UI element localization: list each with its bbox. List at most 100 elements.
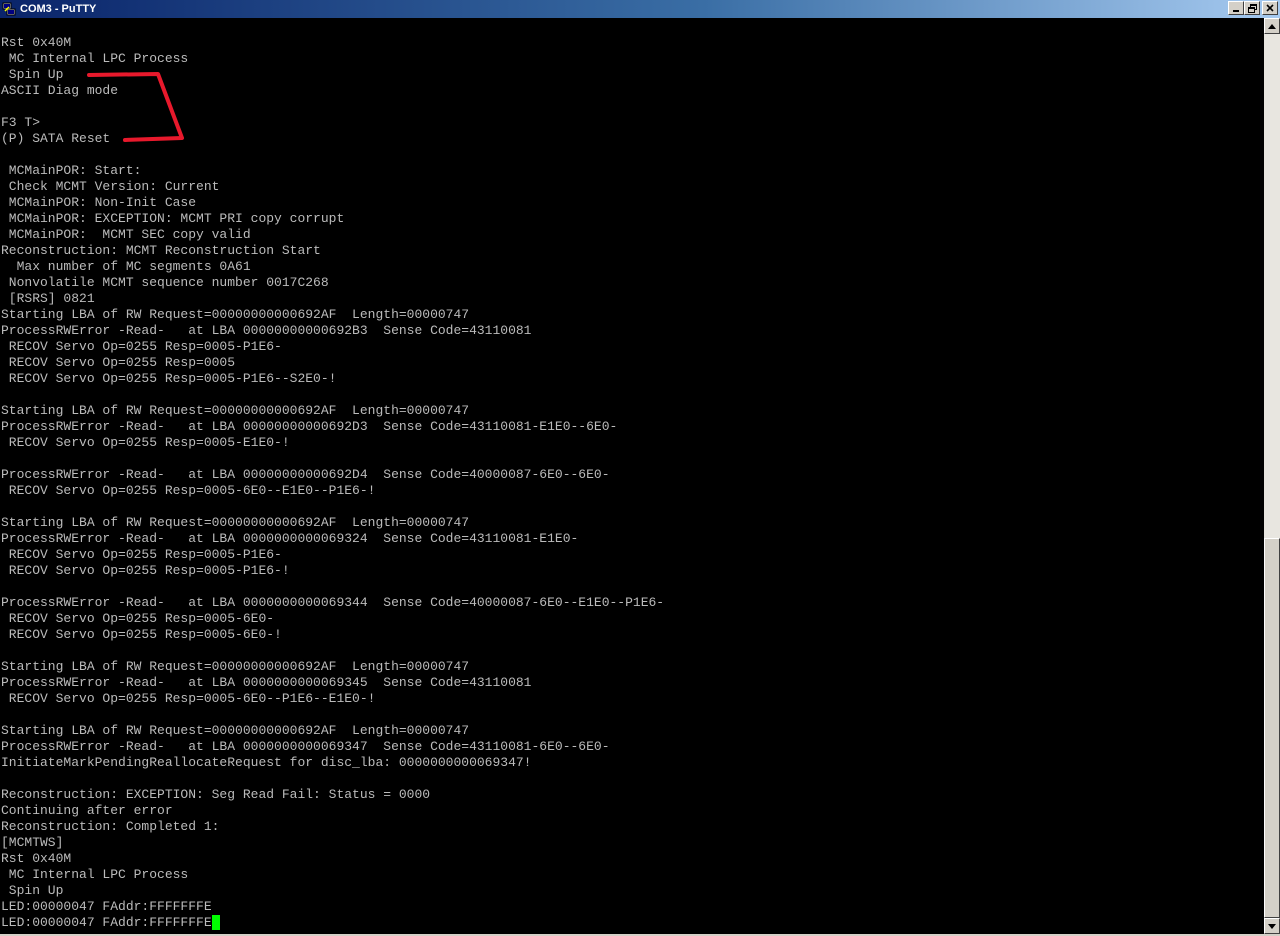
terminal-line-text: [RSRS] 0821 (1, 291, 95, 306)
terminal-line: MCMainPOR: EXCEPTION: MCMT PRI copy corr… (1, 211, 664, 227)
terminal-line-text: ProcessRWError -Read- at LBA 00000000000… (1, 675, 532, 690)
close-button[interactable] (1262, 1, 1278, 15)
terminal-area[interactable]: Rst 0x40M MC Internal LPC Process Spin U… (0, 18, 1264, 934)
terminal-line: [MCMTWS] (1, 835, 664, 851)
text-cursor (211, 915, 220, 930)
terminal-line: LED:00000047 FAddr:FFFFFFFE (1, 915, 664, 931)
terminal-line: Check MCMT Version: Current (1, 179, 664, 195)
terminal-line: ProcessRWError -Read- at LBA 00000000000… (1, 675, 664, 691)
maximize-button[interactable] (1244, 1, 1260, 15)
terminal-line: Reconstruction: MCMT Reconstruction Star… (1, 243, 664, 259)
terminal-line-text: F3 T> (1, 115, 41, 130)
terminal-line-text: InitiateMarkPendingReallocateRequest for… (1, 755, 532, 770)
terminal-line: LED:00000047 FAddr:FFFFFFFE (1, 899, 664, 915)
terminal-line: MCMainPOR: Start: (1, 163, 664, 179)
terminal-line: RECOV Servo Op=0255 Resp=0005-6E0- (1, 611, 664, 627)
terminal-line-text: RECOV Servo Op=0255 Resp=0005-6E0- (1, 611, 275, 626)
scroll-up-button[interactable] (1264, 18, 1280, 34)
terminal-line-text: Starting LBA of RW Request=0000000000069… (1, 723, 470, 738)
terminal-line-text: MCMainPOR: EXCEPTION: MCMT PRI copy corr… (1, 211, 345, 226)
terminal-line: Starting LBA of RW Request=0000000000069… (1, 403, 664, 419)
terminal-line: Starting LBA of RW Request=0000000000069… (1, 515, 664, 531)
terminal-line-text: RECOV Servo Op=0255 Resp=0005-E1E0-! (1, 435, 290, 450)
terminal-line-text: Reconstruction: EXCEPTION: Seg Read Fail… (1, 787, 431, 802)
terminal-line-text: MC Internal LPC Process (1, 867, 189, 882)
terminal-line-text: ProcessRWError -Read- at LBA 00000000000… (1, 323, 532, 338)
terminal-line: MC Internal LPC Process (1, 51, 664, 67)
window-controls (1228, 1, 1278, 15)
terminal-line: Reconstruction: EXCEPTION: Seg Read Fail… (1, 787, 664, 803)
terminal-line-text: ProcessRWError -Read- at LBA 00000000000… (1, 595, 665, 610)
terminal-line: RECOV Servo Op=0255 Resp=0005-6E0--P1E6-… (1, 691, 664, 707)
terminal-line-text: RECOV Servo Op=0255 Resp=0005-P1E6-! (1, 563, 290, 578)
terminal-line: Nonvolatile MCMT sequence number 0017C26… (1, 275, 664, 291)
terminal-line: ProcessRWError -Read- at LBA 00000000000… (1, 323, 664, 339)
terminal-line: InitiateMarkPendingReallocateRequest for… (1, 755, 664, 771)
terminal-line: ProcessRWError -Read- at LBA 00000000000… (1, 467, 664, 483)
terminal-line-text: Rst 0x40M (1, 851, 72, 866)
minimize-button[interactable] (1228, 1, 1244, 15)
terminal-line-text: ProcessRWError -Read- at LBA 00000000000… (1, 531, 579, 546)
terminal-line: ASCII Diag mode (1, 83, 664, 99)
terminal-line: ProcessRWError -Read- at LBA 00000000000… (1, 531, 664, 547)
terminal-line-text: RECOV Servo Op=0255 Resp=0005-6E0--P1E6-… (1, 691, 376, 706)
terminal-line-text: ProcessRWError -Read- at LBA 00000000000… (1, 419, 618, 434)
terminal-line: ProcessRWError -Read- at LBA 00000000000… (1, 595, 664, 611)
terminal-line-text: MC Internal LPC Process (1, 51, 189, 66)
window-title: COM3 - PuTTY (20, 3, 97, 15)
scroll-down-button[interactable] (1264, 918, 1280, 934)
terminal-line: ProcessRWError -Read- at LBA 00000000000… (1, 739, 664, 755)
terminal-line-text: RECOV Servo Op=0255 Resp=0005-6E0-! (1, 627, 282, 642)
terminal-line: RECOV Servo Op=0255 Resp=0005-6E0--E1E0-… (1, 483, 664, 499)
terminal-line: Starting LBA of RW Request=0000000000069… (1, 659, 664, 675)
terminal-line: Max number of MC segments 0A61 (1, 259, 664, 275)
terminal-line-text: Rst 0x40M (1, 35, 72, 50)
terminal-line: Rst 0x40M (1, 35, 664, 51)
terminal-line-text: MCMainPOR: Non-Init Case (1, 195, 197, 210)
vertical-scrollbar[interactable] (1264, 18, 1280, 934)
terminal-line-text: Starting LBA of RW Request=0000000000069… (1, 307, 470, 322)
terminal-line-text: ProcessRWError -Read- at LBA 00000000000… (1, 739, 610, 754)
terminal-line-text: MCMainPOR: Start: (1, 163, 142, 178)
terminal-line: Spin Up (1, 883, 664, 899)
terminal-line: Starting LBA of RW Request=0000000000069… (1, 723, 664, 739)
putty-icon[interactable] (2, 2, 16, 16)
terminal-line: RECOV Servo Op=0255 Resp=0005-P1E6- (1, 339, 664, 355)
terminal-output: Rst 0x40M MC Internal LPC Process Spin U… (1, 35, 664, 931)
terminal-line-text: MCMainPOR: MCMT SEC copy valid (1, 227, 251, 242)
terminal-line: ProcessRWError -Read- at LBA 00000000000… (1, 419, 664, 435)
title-bar[interactable]: COM3 - PuTTY (0, 0, 1280, 18)
minimize-icon (1233, 10, 1239, 12)
terminal-line-text: Check MCMT Version: Current (1, 179, 220, 194)
terminal-line: MC Internal LPC Process (1, 867, 664, 883)
terminal-line: Starting LBA of RW Request=0000000000069… (1, 307, 664, 323)
terminal-line-text: Reconstruction: MCMT Reconstruction Star… (1, 243, 321, 258)
terminal-line: RECOV Servo Op=0255 Resp=0005 (1, 355, 664, 371)
terminal-line-text: [MCMTWS] (1, 835, 64, 850)
terminal-line-text: ProcessRWError -Read- at LBA 00000000000… (1, 467, 610, 482)
scrollbar-thumb[interactable] (1264, 538, 1280, 918)
terminal-line-text: Continuing after error (1, 803, 173, 818)
terminal-line-text: Max number of MC segments 0A61 (1, 259, 251, 274)
putty-window: COM3 - PuTTY Rst 0x40M MC Internal LPC P… (0, 0, 1280, 936)
terminal-line-text: RECOV Servo Op=0255 Resp=0005 (1, 355, 236, 370)
terminal-line-text: LED:00000047 FAddr:FFFFFFFE (1, 899, 212, 914)
terminal-line: [RSRS] 0821 (1, 291, 664, 307)
terminal-line: F3 T> (1, 115, 664, 131)
terminal-line-text: (P) SATA Reset (1, 131, 111, 146)
terminal-line-text: RECOV Servo Op=0255 Resp=0005-P1E6- (1, 339, 282, 354)
terminal-line: MCMainPOR: Non-Init Case (1, 195, 664, 211)
terminal-line-text: LED:00000047 FAddr:FFFFFFFE (1, 915, 212, 930)
terminal-line-text: RECOV Servo Op=0255 Resp=0005-P1E6- (1, 547, 282, 562)
terminal-line: RECOV Servo Op=0255 Resp=0005-6E0-! (1, 627, 664, 643)
terminal-line-text: Starting LBA of RW Request=0000000000069… (1, 659, 470, 674)
terminal-line-text: Reconstruction: Completed 1: (1, 819, 220, 834)
scroll-down-arrow-icon (1268, 923, 1276, 929)
